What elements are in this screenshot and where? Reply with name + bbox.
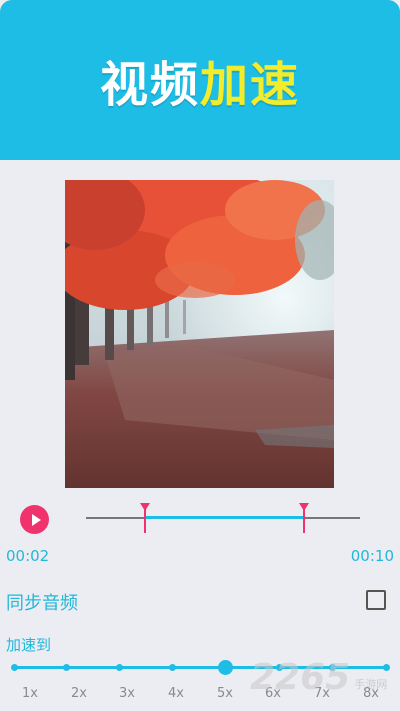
watermark-number: 2265 xyxy=(250,657,351,698)
speed-stop-3x[interactable] xyxy=(116,664,123,671)
play-button[interactable] xyxy=(20,505,49,534)
speed-tick-label[interactable]: 3x xyxy=(112,686,142,701)
trim-start-handle[interactable] xyxy=(140,503,150,533)
watermark: 2265 手游网 xyxy=(250,660,387,696)
video-preview[interactable] xyxy=(65,180,334,488)
sync-audio-label: 同步音频 xyxy=(6,593,78,614)
speed-tick-label[interactable]: 5x xyxy=(210,686,240,701)
speed-stop-4x[interactable] xyxy=(169,664,176,671)
speed-stop-1x[interactable] xyxy=(11,664,18,671)
watermark-text: 手游网 xyxy=(354,678,388,691)
time-end: 00:10 xyxy=(350,547,394,565)
speed-tick-label[interactable]: 1x xyxy=(15,686,45,701)
title-part-white: 视频 xyxy=(99,57,200,113)
trim-end-handle[interactable] xyxy=(299,503,309,533)
speed-slider-knob[interactable] xyxy=(218,660,233,675)
speed-tick-label[interactable]: 4x xyxy=(161,686,191,701)
speed-tick-label[interactable]: 2x xyxy=(64,686,94,701)
play-icon xyxy=(31,513,41,526)
sync-audio-checkbox[interactable] xyxy=(366,590,386,610)
time-start: 00:02 xyxy=(6,547,50,565)
title-part-yellow: 加速 xyxy=(200,57,301,113)
preview-image xyxy=(65,180,334,488)
header-banner: 视频加速 xyxy=(0,0,400,160)
page-title: 视频加速 xyxy=(100,45,300,115)
speed-label: 加速到 xyxy=(6,636,52,654)
trim-selected-range xyxy=(145,516,304,519)
speed-stop-2x[interactable] xyxy=(63,664,70,671)
